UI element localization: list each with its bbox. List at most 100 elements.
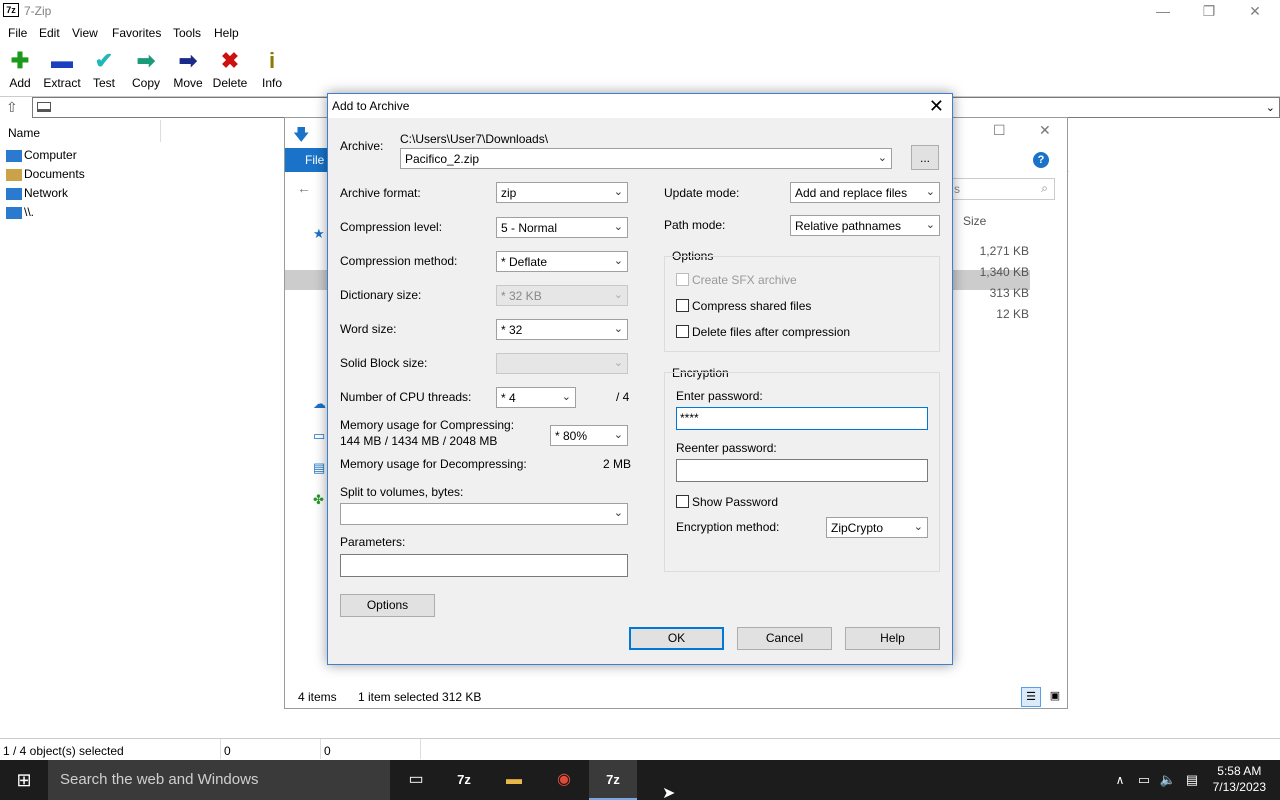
- this-pc-icon[interactable]: ▭: [313, 428, 325, 444]
- test-button[interactable]: ✔ Test: [84, 48, 124, 91]
- chevron-down-icon[interactable]: ⌄: [1266, 101, 1275, 114]
- menu-file[interactable]: File: [8, 26, 27, 40]
- location-item[interactable]: Network: [6, 186, 68, 200]
- word-size-value: * 32: [501, 323, 523, 337]
- size-cell: 12 KB: [996, 307, 1029, 321]
- encryption-method-label: Encryption method:: [676, 520, 780, 534]
- delete-button[interactable]: ✖ Delete: [210, 48, 250, 91]
- size-cell: 313 KB: [989, 286, 1029, 300]
- archive-format-select[interactable]: zip ⌄: [496, 182, 628, 203]
- taskbar-search-box[interactable]: Search the web and Windows: [48, 760, 390, 800]
- details-view-icon[interactable]: ☰: [1021, 687, 1041, 707]
- compress-shared-checkbox[interactable]: [676, 299, 689, 312]
- reenter-password-input[interactable]: [676, 459, 928, 482]
- clock-time: 5:58 AM: [1217, 764, 1262, 778]
- chevron-down-icon: ⌄: [925, 186, 935, 198]
- help-icon[interactable]: ?: [1033, 152, 1049, 168]
- search-icon: ⌕: [1041, 181, 1048, 195]
- selection-info: 1 item selected 312 KB: [358, 690, 482, 704]
- task-view-icon[interactable]: ▭: [392, 760, 440, 800]
- dictionary-size-label: Dictionary size:: [340, 288, 422, 302]
- size-column-header[interactable]: Size: [963, 214, 986, 228]
- show-password-checkbox[interactable]: [676, 495, 689, 508]
- onedrive-icon[interactable]: ☁: [313, 396, 326, 412]
- dialog-close-button[interactable]: ✕: [929, 96, 944, 117]
- network-tray-icon[interactable]: ▭: [1132, 760, 1156, 800]
- explorer-maximize-button[interactable]: ☐: [993, 122, 1006, 139]
- volume-muted-icon[interactable]: 🔈: [1156, 760, 1180, 800]
- add-button[interactable]: ✚ Add: [0, 48, 40, 91]
- reenter-password-label: Reenter password:: [676, 441, 777, 455]
- options-button[interactable]: Options: [340, 594, 435, 617]
- compression-method-select[interactable]: * Deflate ⌄: [496, 251, 628, 272]
- menu-favorites[interactable]: Favorites: [112, 26, 161, 40]
- location-item[interactable]: Computer: [6, 148, 77, 162]
- help-button[interactable]: Help: [845, 627, 940, 650]
- homegroup-icon[interactable]: ✤: [313, 492, 324, 508]
- move-button[interactable]: ➡ Move: [168, 48, 208, 91]
- memory-decompress-label: Memory usage for Decompressing:: [340, 457, 527, 471]
- location-item[interactable]: \\.: [6, 205, 34, 219]
- path-mode-select[interactable]: Relative pathnames ⌄: [790, 215, 940, 236]
- archive-name-combo[interactable]: Pacifico_2.zip ⌄: [400, 148, 892, 169]
- ok-button[interactable]: OK: [629, 627, 724, 650]
- quick-access-icon[interactable]: ★: [313, 226, 325, 242]
- copy-button[interactable]: ➡ Copy: [126, 48, 166, 91]
- toolbar: ✚ Add ▬ Extract ✔ Test ➡ Copy ➡ Move ✖ Delete i Info: [0, 44, 1280, 92]
- location-item[interactable]: Documents: [6, 167, 85, 181]
- back-arrow-icon[interactable]: ←: [297, 180, 311, 196]
- file-explorer-icon[interactable]: ▬: [490, 760, 538, 800]
- split-volumes-label: Split to volumes, bytes:: [340, 485, 464, 499]
- chevron-down-icon: ⌄: [613, 186, 623, 198]
- minimize-button[interactable]: —: [1140, 0, 1186, 22]
- network-icon[interactable]: ▤: [313, 460, 325, 476]
- clock[interactable]: 5:58 AM 7/13/2023: [1213, 763, 1266, 795]
- toolbar-label: Copy: [131, 76, 160, 90]
- maximize-button[interactable]: ❐: [1186, 0, 1232, 22]
- memory-usage-select[interactable]: * 80% ⌄: [550, 425, 628, 446]
- encryption-method-select[interactable]: ZipCrypto ⌄: [826, 517, 928, 538]
- dictionary-size-value: * 32 KB: [501, 289, 542, 303]
- status-bar: 1 / 4 object(s) selected 0 0: [0, 738, 1280, 760]
- compression-level-select[interactable]: 5 - Normal ⌄: [496, 217, 628, 238]
- cancel-button[interactable]: Cancel: [737, 627, 832, 650]
- selection-status: 1 / 4 object(s) selected: [3, 744, 124, 758]
- location-label: Computer: [24, 148, 77, 162]
- search-box[interactable]: s ⌕: [949, 178, 1055, 200]
- notifications-icon[interactable]: ▤: [1180, 760, 1204, 800]
- chevron-down-icon: ⌄: [613, 289, 623, 301]
- chrome-icon[interactable]: ◉: [540, 760, 588, 800]
- info-button[interactable]: i Info: [252, 48, 292, 91]
- word-size-select[interactable]: * 32 ⌄: [496, 319, 628, 340]
- update-mode-select[interactable]: Add and replace files ⌄: [790, 182, 940, 203]
- delete-after-checkbox[interactable]: [676, 325, 689, 338]
- up-folder-icon[interactable]: ⇧: [6, 99, 18, 116]
- cpu-threads-select[interactable]: * 4 ⌄: [496, 387, 576, 408]
- status-value-1: 0: [224, 744, 231, 758]
- split-volumes-combo[interactable]: ⌄: [340, 503, 628, 525]
- enter-password-input[interactable]: ****: [676, 407, 928, 430]
- tray-expand-icon[interactable]: ∧: [1108, 760, 1132, 800]
- menu-edit[interactable]: Edit: [39, 26, 60, 40]
- ribbon-file-tab[interactable]: File: [285, 148, 329, 172]
- sevenzip-taskbar-icon[interactable]: 7z: [440, 760, 488, 800]
- toolbar-label: Delete: [212, 76, 248, 90]
- items-count: 4 items: [298, 690, 337, 704]
- extract-button[interactable]: ▬ Extract: [42, 48, 82, 91]
- large-icons-view-icon[interactable]: ▣: [1045, 687, 1065, 707]
- explorer-close-button[interactable]: ✕: [1039, 122, 1051, 139]
- sevenzip-active-icon[interactable]: 7z: [589, 760, 637, 800]
- menu-view[interactable]: View: [72, 26, 98, 40]
- menu-tools[interactable]: Tools: [173, 26, 201, 40]
- enter-password-label: Enter password:: [676, 389, 763, 403]
- window-title: 7-Zip: [24, 4, 52, 18]
- close-button[interactable]: ✕: [1232, 0, 1278, 22]
- start-windows-icon[interactable]: ⊞: [0, 760, 48, 800]
- parameters-input[interactable]: [340, 554, 628, 577]
- browse-button[interactable]: ...: [911, 145, 939, 170]
- name-column-header[interactable]: Name: [8, 126, 40, 140]
- clock-date: 7/13/2023: [1212, 780, 1266, 794]
- menu-help[interactable]: Help: [214, 26, 239, 40]
- chevron-down-icon: ⌄: [613, 323, 623, 335]
- computer-icon: [6, 149, 22, 162]
